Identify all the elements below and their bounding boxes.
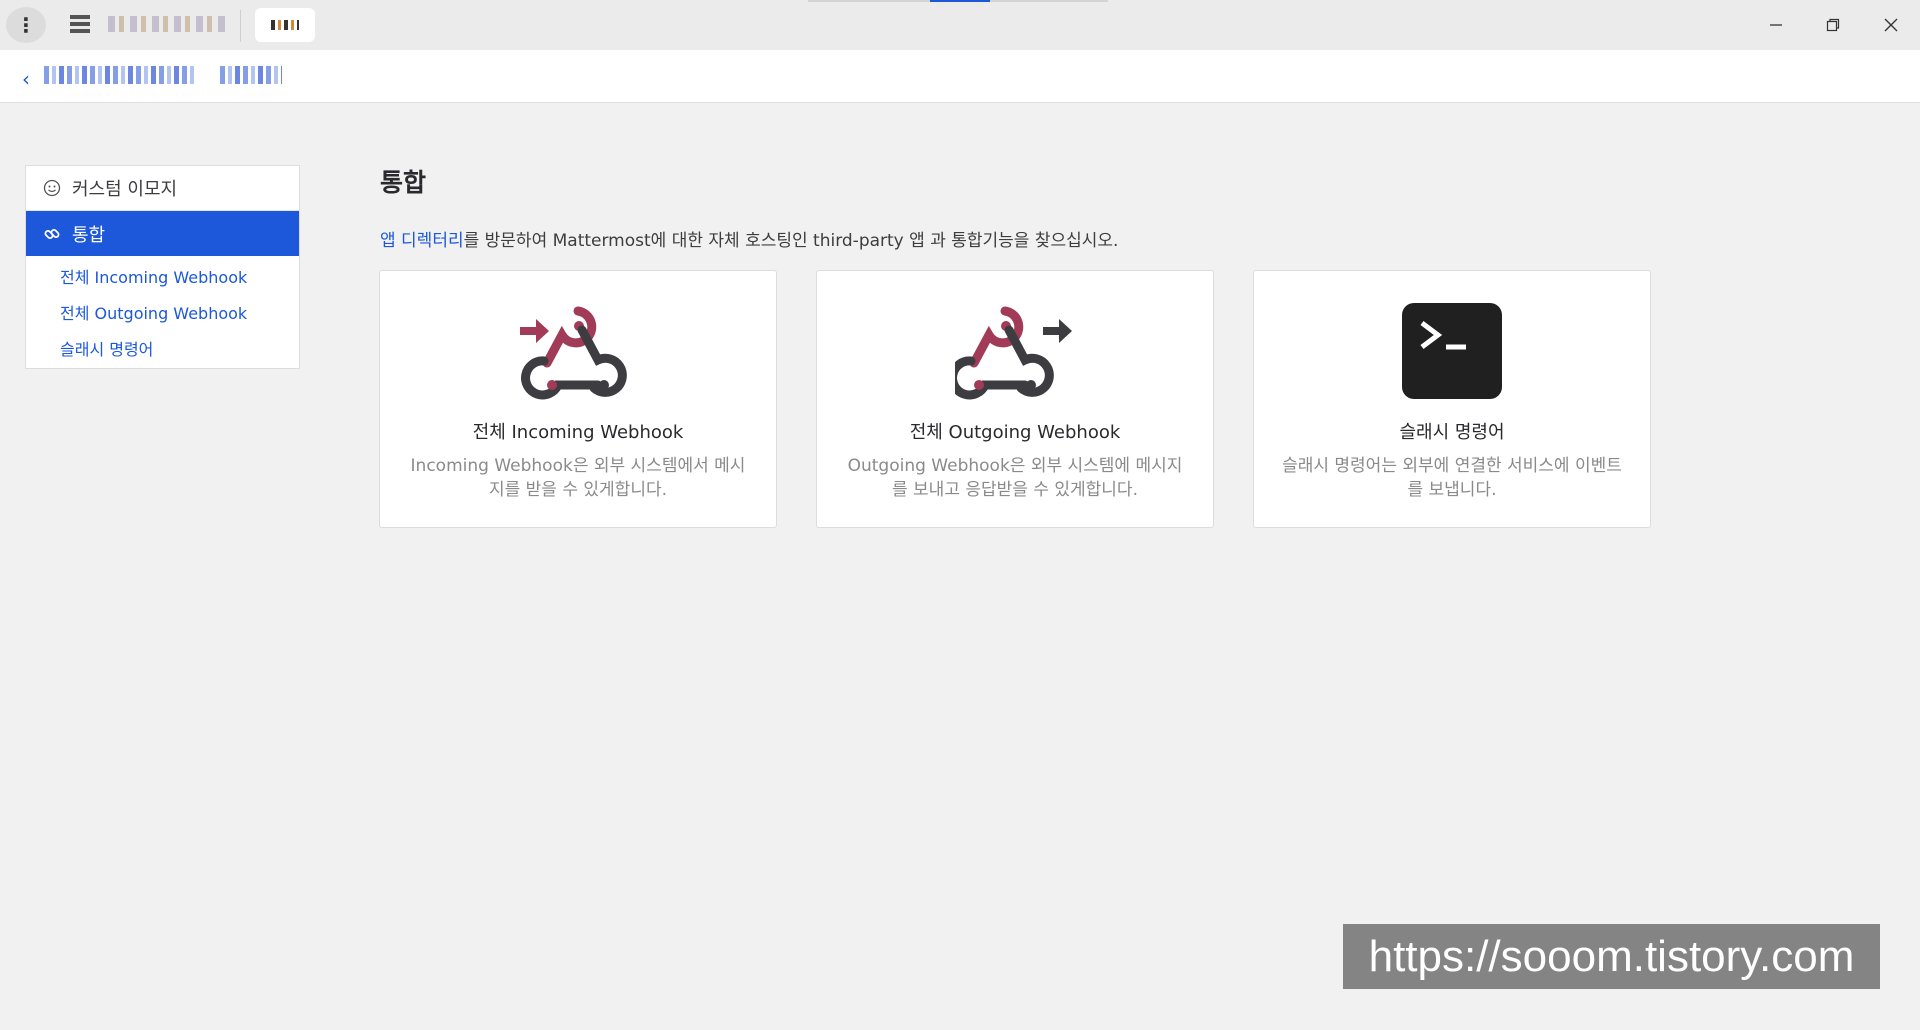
sidebar-subitem-incoming-webhook[interactable]: 전체 Incoming Webhook [26,260,299,296]
active-tab[interactable] [255,8,315,42]
incoming-webhook-icon [380,303,776,403]
outgoing-webhook-card[interactable]: 전체 Outgoing Webhook Outgoing Webhook은 외부… [816,270,1214,528]
terminal-icon [1254,303,1650,403]
watermark: https://sooom.tistory.com [1343,924,1880,989]
intro-body: 를 방문하여 Mattermost에 대한 자체 호스팅인 third-part… [463,231,1119,251]
intro-text: 앱 디렉터리를 방문하여 Mattermost에 대한 자체 호스팅인 thir… [380,226,1118,251]
sidebar-subitem-slash-commands[interactable]: 슬래시 명령어 [26,332,299,368]
page-header: ‹ [0,50,1920,103]
card-description: Outgoing Webhook은 외부 시스템에 메시지를 보내고 응답받을 … [847,456,1183,500]
page-title: 통합 [380,168,427,197]
sidebar-item-custom-emoji[interactable]: 커스텀 이모지 [26,166,299,211]
team-name-redacted[interactable] [108,16,228,32]
app-directory-link[interactable]: 앱 디렉터리 [380,231,464,251]
sidebar-subitem-outgoing-webhook[interactable]: 전체 Outgoing Webhook [26,296,299,332]
tab-label-redacted [271,20,299,30]
vertical-dots-icon[interactable]: ⋮ [6,7,46,43]
back-chevron-icon[interactable]: ‹ [22,67,30,91]
back-link-redacted[interactable] [44,66,194,84]
smiley-icon [42,178,62,198]
card-title: 슬래시 명령어 [1399,422,1505,443]
server-icon[interactable] [70,15,90,33]
minimize-icon[interactable] [1758,10,1794,40]
loading-bar [930,0,990,2]
team-name-redacted [220,66,282,84]
titlebar-divider [240,10,241,42]
incoming-webhook-card[interactable]: 전체 Incoming Webhook Incoming Webhook은 외부… [379,270,777,528]
close-icon[interactable] [1873,10,1909,40]
card-title: 전체 Incoming Webhook [472,422,684,443]
card-description: Incoming Webhook은 외부 시스템에서 메시지를 받을 수 있게합… [410,456,746,500]
outgoing-webhook-icon [817,303,1213,403]
window-titlebar: ⋮ [0,0,1920,50]
card-title: 전체 Outgoing Webhook [909,422,1121,443]
card-description: 슬래시 명령어는 외부에 연결한 서비스에 이벤트를 보냅니다. [1282,456,1622,500]
restore-icon[interactable] [1815,10,1851,40]
sidebar-item-label: 커스텀 이모지 [72,179,178,200]
slash-commands-card[interactable]: 슬래시 명령어 슬래시 명령어는 외부에 연결한 서비스에 이벤트를 보냅니다. [1253,270,1651,528]
link-icon [42,224,62,244]
integrations-sidebar: 커스텀 이모지 통합 전체 Incoming Webhook 전체 Outgoi… [25,165,300,369]
sidebar-item-integrations[interactable]: 통합 [26,211,299,256]
sidebar-item-label: 통합 [72,224,106,246]
